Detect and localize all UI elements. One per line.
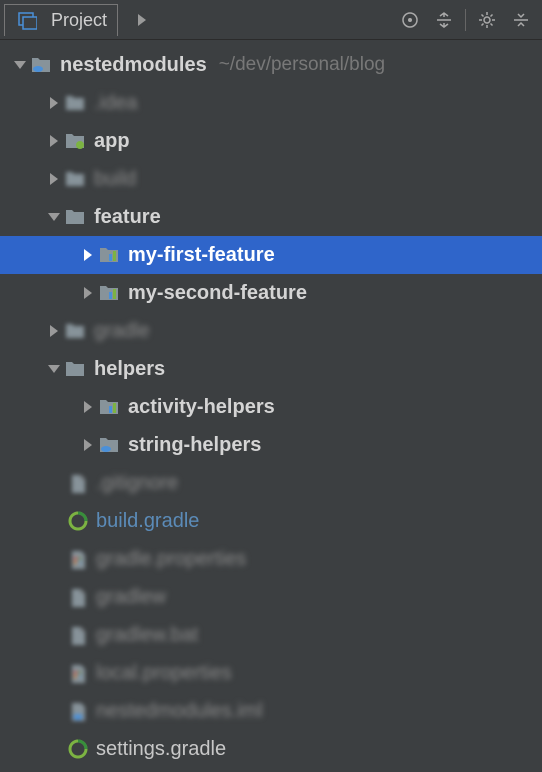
properties-file-icon bbox=[66, 661, 90, 685]
tree-item-build[interactable]: build bbox=[0, 160, 542, 198]
item-label: settings.gradle bbox=[96, 738, 226, 761]
root-path: ~/dev/personal/blog bbox=[219, 54, 385, 76]
item-label: feature bbox=[94, 206, 161, 229]
chevron-right-icon[interactable] bbox=[44, 169, 64, 189]
item-label: my-second-feature bbox=[128, 282, 307, 305]
project-tab[interactable]: Project bbox=[4, 4, 118, 36]
chevron-right-icon[interactable] bbox=[78, 435, 98, 455]
item-label: gradlew bbox=[96, 586, 166, 609]
item-label: gradle bbox=[94, 320, 150, 343]
tree-item-build-gradle[interactable]: build.gradle bbox=[0, 502, 542, 540]
project-toolbar: Project bbox=[0, 0, 542, 40]
item-label: local.properties bbox=[96, 662, 232, 685]
tree-item-gradle-properties[interactable]: gradle.properties bbox=[0, 540, 542, 578]
item-label: gradlew.bat bbox=[96, 624, 198, 647]
tree-item-idea[interactable]: .idea bbox=[0, 84, 542, 122]
tree-item-my-first-feature[interactable]: my-first-feature bbox=[0, 236, 542, 274]
splitter-icon[interactable] bbox=[433, 9, 455, 31]
file-icon bbox=[66, 623, 90, 647]
java-folder-icon bbox=[98, 433, 122, 457]
chevron-right-icon[interactable] bbox=[78, 397, 98, 417]
file-icon bbox=[66, 585, 90, 609]
item-label: nestedmodules.iml bbox=[96, 700, 263, 723]
gear-icon[interactable] bbox=[476, 9, 498, 31]
tree-item-gitignore[interactable]: .gitignore bbox=[0, 464, 542, 502]
properties-file-icon bbox=[66, 547, 90, 571]
item-label: .gitignore bbox=[96, 472, 178, 495]
chevron-right-icon[interactable] bbox=[78, 283, 98, 303]
folder-icon bbox=[64, 357, 88, 381]
module-folder-icon bbox=[98, 395, 122, 419]
tree-item-string-helpers[interactable]: string-helpers bbox=[0, 426, 542, 464]
project-tab-label: Project bbox=[51, 10, 107, 31]
tree-item-gradle-dir[interactable]: gradle bbox=[0, 312, 542, 350]
chevron-right-icon[interactable] bbox=[78, 245, 98, 265]
file-icon bbox=[66, 471, 90, 495]
chevron-right-icon[interactable] bbox=[44, 131, 64, 151]
run-arrow-icon[interactable] bbox=[132, 10, 152, 30]
tree-item-gradlew-bat[interactable]: gradlew.bat bbox=[0, 616, 542, 654]
chevron-right-icon[interactable] bbox=[44, 321, 64, 341]
tree-item-my-second-feature[interactable]: my-second-feature bbox=[0, 274, 542, 312]
item-label: my-first-feature bbox=[128, 244, 275, 267]
chevron-down-icon[interactable] bbox=[10, 55, 30, 75]
module-folder-icon bbox=[98, 281, 122, 305]
folder-icon bbox=[64, 167, 88, 191]
project-tree: nestedmodules ~/dev/personal/blog .idea … bbox=[0, 40, 542, 768]
item-label: build.gradle bbox=[96, 510, 199, 533]
root-label: nestedmodules bbox=[60, 54, 207, 77]
chevron-down-icon[interactable] bbox=[44, 359, 64, 379]
collapse-icon[interactable] bbox=[510, 9, 532, 31]
target-icon[interactable] bbox=[399, 9, 421, 31]
project-icon bbox=[15, 8, 39, 32]
tree-item-local-properties[interactable]: local.properties bbox=[0, 654, 542, 692]
module-folder-icon bbox=[98, 243, 122, 267]
folder-dot-icon bbox=[64, 129, 88, 153]
item-label: .idea bbox=[94, 92, 137, 115]
tree-item-helpers[interactable]: helpers bbox=[0, 350, 542, 388]
item-label: string-helpers bbox=[128, 434, 261, 457]
tree-root[interactable]: nestedmodules ~/dev/personal/blog bbox=[0, 46, 542, 84]
tree-item-activity-helpers[interactable]: activity-helpers bbox=[0, 388, 542, 426]
gradle-file-icon bbox=[66, 509, 90, 533]
folder-icon bbox=[64, 91, 88, 115]
item-label: helpers bbox=[94, 358, 165, 381]
tree-item-iml[interactable]: nestedmodules.iml bbox=[0, 692, 542, 730]
chevron-right-icon[interactable] bbox=[44, 93, 64, 113]
item-label: build bbox=[94, 168, 136, 191]
tree-item-settings-gradle[interactable]: settings.gradle bbox=[0, 730, 542, 768]
item-label: app bbox=[94, 130, 130, 153]
tree-item-feature[interactable]: feature bbox=[0, 198, 542, 236]
item-label: activity-helpers bbox=[128, 396, 275, 419]
folder-icon bbox=[64, 319, 88, 343]
tree-item-app[interactable]: app bbox=[0, 122, 542, 160]
toolbar-divider bbox=[465, 9, 466, 31]
iml-file-icon bbox=[66, 699, 90, 723]
tree-item-gradlew[interactable]: gradlew bbox=[0, 578, 542, 616]
java-folder-icon bbox=[30, 53, 54, 77]
item-label: gradle.properties bbox=[96, 548, 246, 571]
chevron-down-icon[interactable] bbox=[44, 207, 64, 227]
folder-icon bbox=[64, 205, 88, 229]
gradle-file-icon bbox=[66, 737, 90, 761]
